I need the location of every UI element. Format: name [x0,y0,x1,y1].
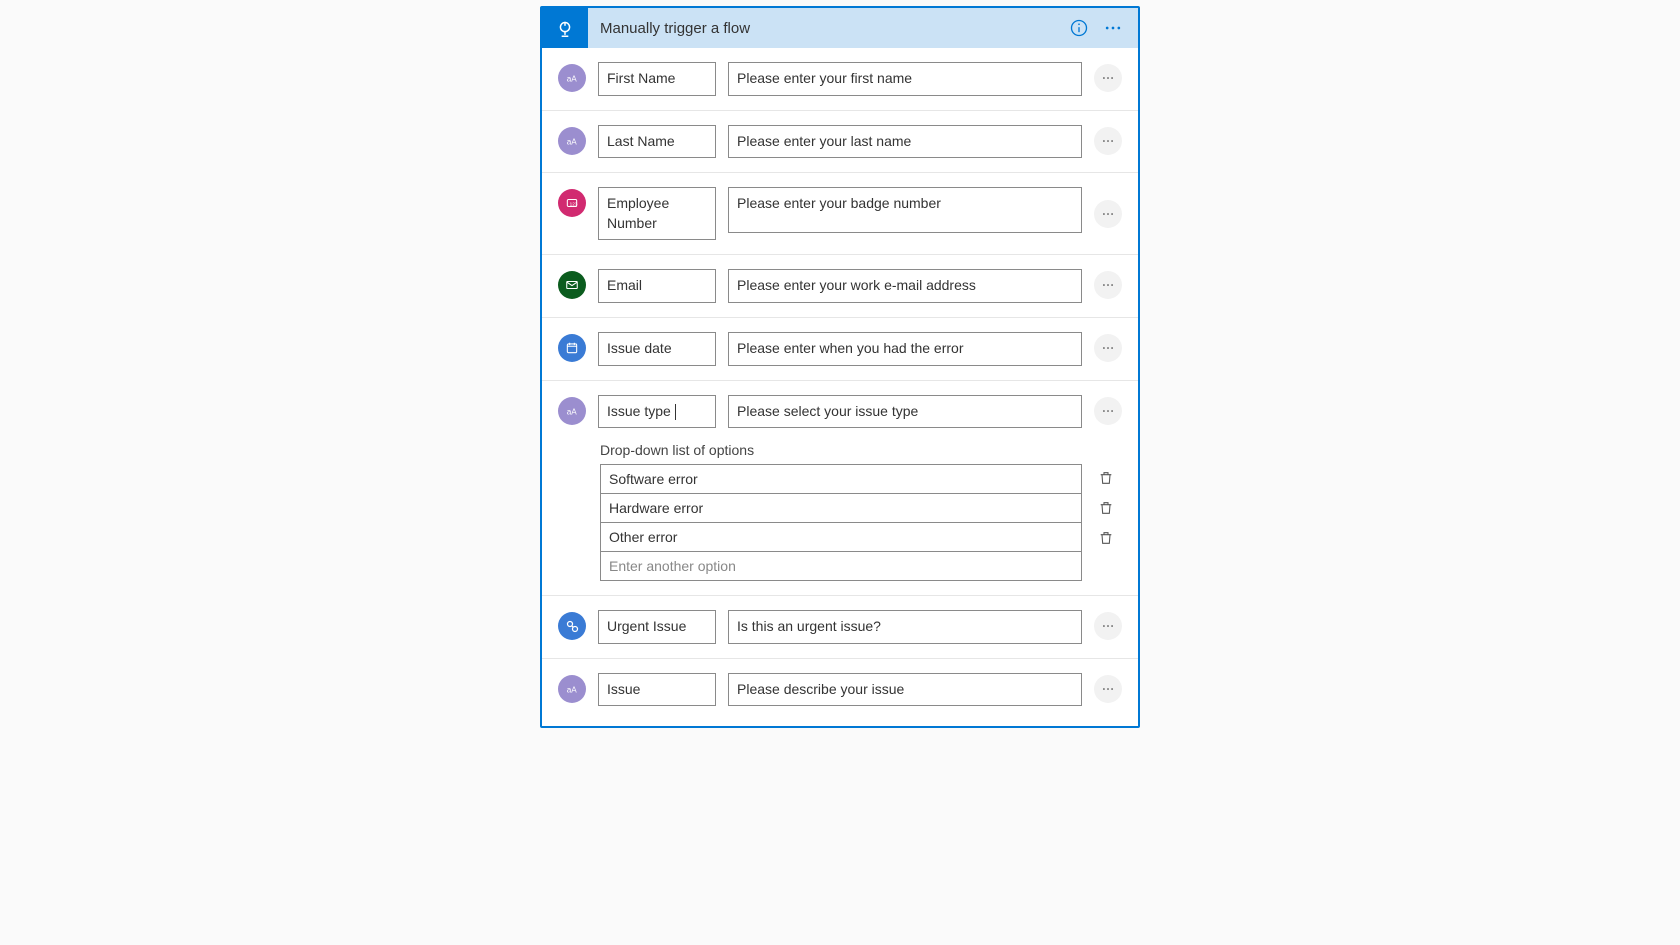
input-name-field[interactable]: Issue [598,673,716,707]
input-name-field[interactable]: First Name [598,62,716,96]
email-type-icon [558,271,586,299]
input-more-button[interactable] [1094,334,1122,362]
text-type-icon: aA [558,675,586,703]
input-name-field[interactable]: Urgent Issue [598,610,716,644]
svg-text:aA: aA [567,407,578,416]
dropdown-option-field[interactable] [600,522,1082,552]
dropdown-options-label: Drop-down list of options [600,442,1122,458]
input-more-button[interactable] [1094,612,1122,640]
svg-text:123: 123 [570,202,578,207]
input-section: Issue date [542,318,1138,381]
input-description-field[interactable] [728,610,1082,644]
text-type-icon: aA [558,64,586,92]
text-type-icon: aA [558,127,586,155]
input-description-field[interactable] [728,125,1082,159]
input-name-field[interactable]: Issue type [598,395,716,429]
input-more-button[interactable] [1094,397,1122,425]
input-name-field[interactable]: Last Name [598,125,716,159]
input-section: 123 Employee Number [542,173,1138,255]
input-section: Urgent Issue [542,596,1138,659]
input-section: Email [542,255,1138,318]
input-more-button[interactable] [1094,271,1122,299]
input-section: aA Issue type Drop-down list of options [542,381,1138,597]
input-name-field[interactable]: Employee Number [598,187,716,240]
info-button[interactable] [1062,11,1096,45]
number-type-icon: 123 [558,189,586,217]
text-type-icon: aA [558,397,586,425]
dropdown-options-list [600,464,1082,581]
input-description-field[interactable] [728,395,1082,429]
input-more-button[interactable] [1094,64,1122,92]
input-name-field[interactable]: Email [598,269,716,303]
card-menu-button[interactable] [1096,11,1130,45]
input-name-field[interactable]: Issue date [598,332,716,366]
input-description-field[interactable] [728,187,1082,233]
dropdown-add-option-field[interactable] [600,551,1082,581]
delete-option-button[interactable] [1096,468,1116,488]
text-cursor [675,404,676,420]
card-body: aA First Name aA Last Name [542,48,1138,726]
trigger-card: Manually trigger a flow aA First Name [540,6,1140,728]
input-more-button[interactable] [1094,127,1122,155]
dropdown-option-field[interactable] [600,493,1082,523]
date-type-icon [558,334,586,362]
input-description-field[interactable] [728,332,1082,366]
svg-text:aA: aA [567,685,578,694]
input-description-field[interactable] [728,62,1082,96]
input-section: aA Issue [542,659,1138,721]
delete-option-button[interactable] [1096,528,1116,548]
dropdown-option-field[interactable] [600,464,1082,494]
card-header: Manually trigger a flow [542,8,1138,48]
svg-text:aA: aA [567,137,578,146]
card-title: Manually trigger a flow [588,20,1062,37]
input-section: aA Last Name [542,111,1138,174]
input-more-button[interactable] [1094,675,1122,703]
delete-option-button[interactable] [1096,498,1116,518]
yesno-type-icon [558,612,586,640]
input-description-field[interactable] [728,269,1082,303]
input-more-button[interactable] [1094,200,1122,228]
input-section: aA First Name [542,48,1138,111]
svg-text:aA: aA [567,75,578,84]
input-description-field[interactable] [728,673,1082,707]
trigger-icon [542,8,588,48]
